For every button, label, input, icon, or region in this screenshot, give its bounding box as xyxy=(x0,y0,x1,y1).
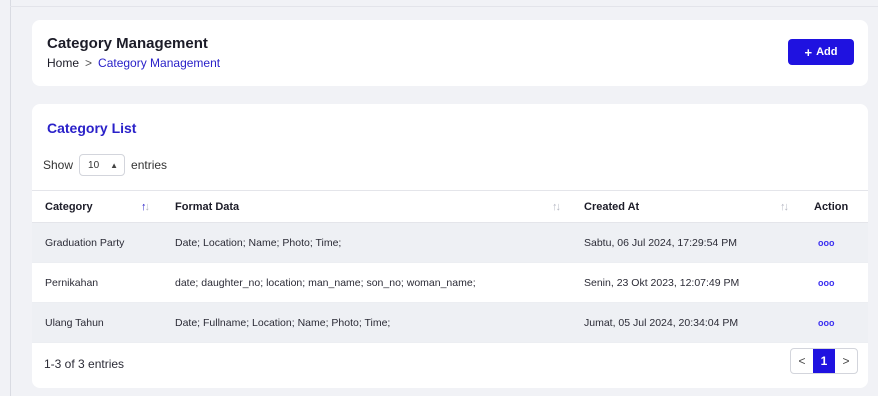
breadcrumb-current[interactable]: Category Management xyxy=(98,56,220,70)
category-list-card: Category List Show 10 ▲︎ entries Categor… xyxy=(32,104,868,388)
add-button[interactable]: + Add xyxy=(788,39,854,65)
pagination-page-button[interactable]: 1 xyxy=(813,349,835,373)
column-header-category[interactable]: Category xyxy=(45,191,93,222)
sort-icon-created-at[interactable]: ↑ ↓ xyxy=(780,191,789,222)
show-label: Show xyxy=(43,158,74,172)
table-row: Ulang Tahun Date; Fullname; Location; Na… xyxy=(32,303,868,343)
pagination-prev-button[interactable]: < xyxy=(791,349,813,373)
sort-icon-format-data[interactable]: ↑ ↓ xyxy=(552,191,561,222)
breadcrumb: Home > Category Management xyxy=(47,56,220,70)
entries-label: entries xyxy=(131,158,168,172)
cell-created-at: Jumat, 05 Jul 2024, 20:34:04 PM xyxy=(584,316,739,329)
chevron-updown-icon: ▲︎ xyxy=(110,160,119,170)
breadcrumb-separator: > xyxy=(85,56,93,70)
cell-category: Ulang Tahun xyxy=(45,316,104,329)
header-card: Category Management Home > Category Mana… xyxy=(32,20,868,86)
add-button-label: Add xyxy=(816,46,838,58)
column-header-action: Action xyxy=(814,200,849,213)
sort-icon-category[interactable]: ↑ ↓ xyxy=(141,191,150,222)
list-title: Category List xyxy=(47,120,137,136)
table-header-row: Category ↑ ↓ Format Data ↑ ↓ Created At ↑ ↓… xyxy=(32,190,868,223)
breadcrumb-home[interactable]: Home xyxy=(47,56,79,70)
window-border-left xyxy=(10,0,11,396)
pagination: < 1 > xyxy=(790,348,858,374)
more-actions-icon[interactable]: ooo xyxy=(818,223,835,262)
table-row: Graduation Party Date; Location; Name; P… xyxy=(32,223,868,263)
column-header-format-data[interactable]: Format Data xyxy=(175,191,239,222)
cell-category: Pernikahan xyxy=(45,276,99,289)
more-actions-icon[interactable]: ooo xyxy=(818,303,835,342)
more-actions-icon[interactable]: ooo xyxy=(818,263,835,302)
cell-created-at: Sabtu, 06 Jul 2024, 17:29:54 PM xyxy=(584,236,737,249)
cell-created-at: Senin, 23 Okt 2023, 12:07:49 PM xyxy=(584,276,740,289)
page-title: Category Management xyxy=(47,35,208,52)
cell-format-data: date; daughter_no; location; man_name; s… xyxy=(175,276,476,289)
entries-select-value: 10 xyxy=(88,159,100,171)
table-row: Pernikahan date; daughter_no; location; … xyxy=(32,263,868,303)
plus-icon: + xyxy=(804,44,813,60)
entries-control: Show 10 ▲︎ entries xyxy=(43,153,167,177)
category-table: Category ↑ ↓ Format Data ↑ ↓ Created At ↑ ↓… xyxy=(32,190,868,343)
entries-select[interactable]: 10 ▲︎ xyxy=(79,154,126,176)
cell-format-data: Date; Fullname; Location; Name; Photo; T… xyxy=(175,316,391,329)
cell-category: Graduation Party xyxy=(45,236,125,249)
entries-summary: 1-3 of 3 entries xyxy=(44,357,125,371)
pagination-next-button[interactable]: > xyxy=(835,349,857,373)
cell-format-data: Date; Location; Name; Photo; Time; xyxy=(175,236,342,249)
column-header-created-at[interactable]: Created At xyxy=(584,191,639,222)
window-border-top xyxy=(10,6,878,7)
